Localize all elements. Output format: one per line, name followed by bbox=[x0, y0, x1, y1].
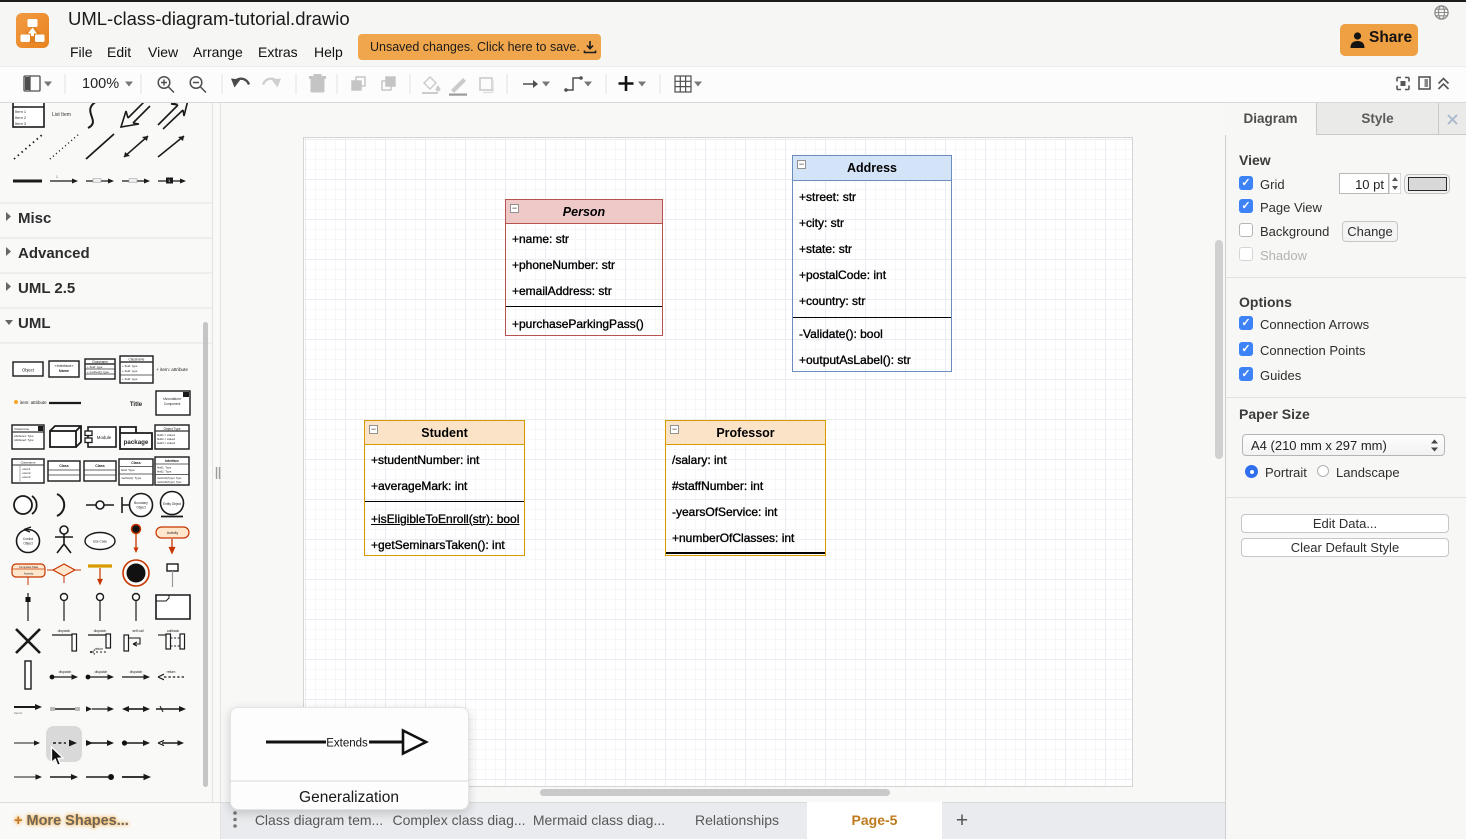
svg-text:Title: Title bbox=[130, 402, 143, 408]
svg-text:«Annotation»: «Annotation» bbox=[163, 397, 182, 401]
svg-text:Use Case: Use Case bbox=[93, 540, 107, 544]
svg-text:Object: Object bbox=[23, 542, 32, 546]
svg-text:Activity: Activity bbox=[24, 572, 34, 576]
svg-text:+item3: +item3 bbox=[22, 475, 31, 479]
svg-text:Classname: Classname bbox=[92, 360, 108, 364]
svg-text:Entity Object: Entity Object bbox=[163, 502, 181, 506]
svg-text:Class: Class bbox=[95, 464, 105, 468]
svg-text:self call: self call bbox=[132, 629, 144, 633]
svg-text:+ field: type: + field: type bbox=[122, 364, 138, 368]
svg-text:Object Type: Object Type bbox=[164, 427, 181, 431]
svg-text:Generalization: Generalization bbox=[299, 789, 399, 806]
svg-text:Activity: Activity bbox=[167, 531, 179, 535]
svg-text:field3 = value3: field3 = value3 bbox=[157, 441, 176, 445]
svg-text:dispatch: dispatch bbox=[130, 670, 143, 674]
svg-text:Classname: Classname bbox=[14, 427, 29, 431]
svg-text:dispatch: dispatch bbox=[94, 629, 107, 633]
svg-text:Boundary: Boundary bbox=[134, 501, 148, 505]
svg-text:Advanced: Advanced bbox=[18, 245, 90, 262]
svg-text:Extends: Extends bbox=[326, 738, 368, 750]
svg-text:Name: Name bbox=[59, 369, 69, 373]
svg-text:Composite State: Composite State bbox=[19, 565, 39, 569]
svg-text:List Item: List Item bbox=[52, 112, 71, 118]
svg-text:item: attribute: item: attribute bbox=[20, 400, 47, 405]
svg-text:return: return bbox=[167, 670, 176, 674]
svg-text:Module: Module bbox=[97, 435, 112, 440]
svg-text:package: package bbox=[124, 439, 149, 446]
svg-text:Class: Class bbox=[59, 464, 69, 468]
svg-text:UML 2.5: UML 2.5 bbox=[18, 280, 75, 297]
svg-text:callback: callback bbox=[167, 629, 180, 633]
svg-text:+ field: type: + field: type bbox=[122, 369, 138, 373]
svg-text:Component: Component bbox=[164, 402, 181, 406]
svg-text:field2: Type: field2: Type bbox=[157, 470, 172, 474]
svg-text:Misc: Misc bbox=[18, 210, 51, 227]
svg-text:method(): Type: method(): Type bbox=[121, 476, 141, 480]
svg-text:+ field: type: + field: type bbox=[87, 365, 103, 369]
svg-text:Class: Class bbox=[131, 461, 141, 465]
svg-text:+ item: attribute: + item: attribute bbox=[156, 367, 188, 372]
svg-text:+ method(): type: + method(): type bbox=[87, 370, 109, 374]
svg-text:found: found bbox=[14, 711, 22, 715]
svg-text:field: Type: field: Type bbox=[121, 468, 135, 472]
svg-text:method2(Type): Type: method2(Type): Type bbox=[157, 480, 182, 484]
svg-text:+ field: type: + field: type bbox=[122, 377, 138, 381]
svg-text:dispatch: dispatch bbox=[95, 670, 108, 674]
svg-text:UML: UML bbox=[18, 315, 51, 332]
svg-text:dispatch: dispatch bbox=[58, 629, 71, 633]
svg-text:Item 1: Item 1 bbox=[15, 109, 27, 114]
svg-text:Classname: Classname bbox=[20, 461, 35, 465]
svg-text:Interface: Interface bbox=[165, 459, 179, 463]
svg-text:Item 2: Item 2 bbox=[15, 115, 27, 120]
svg-text:Attribute2: Type: Attribute2: Type bbox=[14, 438, 34, 442]
svg-text:dispatch: dispatch bbox=[59, 670, 72, 674]
svg-text:100%: 100% bbox=[82, 76, 119, 92]
svg-text:method1(Type): Type: method1(Type): Type bbox=[157, 476, 182, 480]
svg-text:1: 1 bbox=[56, 175, 58, 179]
svg-text:Classname: Classname bbox=[129, 358, 145, 362]
svg-text:«Interface»: «Interface» bbox=[55, 364, 74, 368]
svg-text:return: return bbox=[95, 647, 104, 651]
svg-text:Object: Object bbox=[136, 506, 145, 510]
svg-text:Control: Control bbox=[23, 537, 34, 541]
svg-text:Item 3: Item 3 bbox=[15, 121, 27, 126]
svg-text:Object: Object bbox=[22, 368, 35, 373]
